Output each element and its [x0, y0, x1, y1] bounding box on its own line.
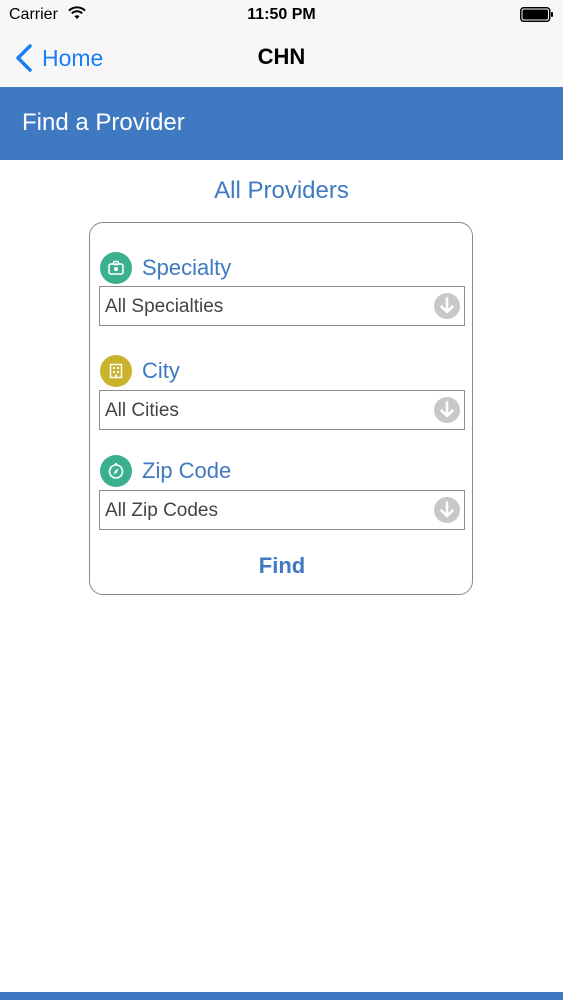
- city-select[interactable]: All Cities: [99, 390, 465, 430]
- battery-icon: [520, 7, 553, 22]
- city-label-text: City: [142, 358, 180, 383]
- specialty-label-text: Specialty: [142, 255, 232, 280]
- providers-subtitle: All Providers: [214, 177, 349, 204]
- zip-code-value: All Zip Codes: [105, 500, 218, 521]
- navigation-bar: Home CHN: [0, 30, 563, 87]
- building-icon: [100, 355, 132, 387]
- nav-title: CHN: [257, 44, 306, 69]
- zip-code-label-text: Zip Code: [142, 458, 232, 483]
- city-label: City: [100, 355, 180, 387]
- find-button[interactable]: Find: [90, 553, 474, 579]
- zip-code-label: Zip Code: [100, 455, 231, 487]
- compass-icon: [100, 455, 132, 487]
- city-value: All Cities: [105, 400, 179, 421]
- search-card: Specialty All Specialties City All Citie…: [89, 222, 473, 595]
- status-bar: Carrier 11:50 PM: [0, 0, 563, 30]
- page-title: Find a Provider: [22, 109, 185, 136]
- arrow-down-circle-icon: [434, 497, 460, 523]
- bottom-bar: [0, 992, 563, 1000]
- briefcase-icon: [100, 252, 132, 284]
- arrow-down-circle-icon: [434, 397, 460, 423]
- specialty-select[interactable]: All Specialties: [99, 286, 465, 326]
- specialty-value: All Specialties: [105, 296, 224, 317]
- arrow-down-circle-icon: [434, 293, 460, 319]
- section-header: Find a Provider: [0, 87, 563, 160]
- status-time: 11:50 PM: [247, 6, 316, 23]
- zip-code-select[interactable]: All Zip Codes: [99, 490, 465, 530]
- specialty-label: Specialty: [100, 252, 231, 284]
